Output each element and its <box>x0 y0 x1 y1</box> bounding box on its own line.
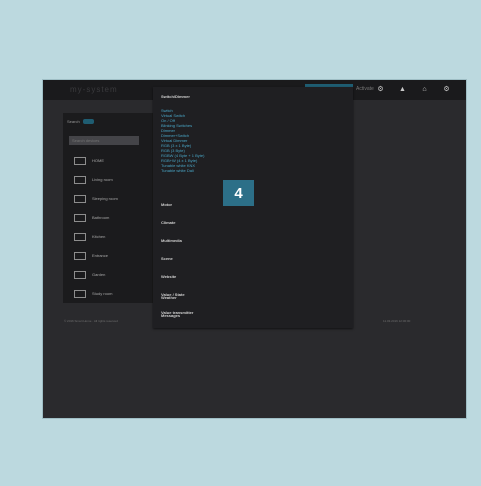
dropdown-header[interactable]: Switch/Dimmer <box>161 94 190 99</box>
sidebar-item-bathroom[interactable]: Bathroom <box>63 208 158 227</box>
step-number-badge: 4 <box>223 180 254 206</box>
dropdown-category-weather[interactable]: Weather <box>161 295 177 300</box>
dropdown-category-climate[interactable]: Climate <box>161 220 175 225</box>
footer-timestamp: 11.03.2016 12:00:00 <box>383 319 411 323</box>
dropdown-subitem[interactable]: Tunable white Dali <box>161 169 194 173</box>
settings-icon[interactable]: ⚙ <box>443 86 450 93</box>
sidebar-item-label: Sleeping room <box>92 196 118 201</box>
dropdown-category-multimedia[interactable]: Multimedia <box>161 238 182 243</box>
sidebar-item-label: Bathroom <box>92 215 110 220</box>
sidebar-item-sleeping-room[interactable]: Sleeping room <box>63 189 158 208</box>
dropdown-category-motor[interactable]: Motor <box>161 202 172 207</box>
sidebar-item-living-room[interactable]: Living room <box>63 170 158 189</box>
garden-icon <box>74 270 86 279</box>
sidebar-item-home[interactable]: HOME <box>63 151 158 170</box>
sidebar-item-label: Garden <box>92 272 106 277</box>
sidebar-item-label: Entrance <box>92 253 109 258</box>
sofa-icon <box>74 175 86 184</box>
activate-link[interactable]: Activate <box>356 86 374 92</box>
sidebar-item-label: Kitchen <box>92 234 106 239</box>
footer-copyright: © 2016 Smart Home · All rights reserved <box>64 319 118 323</box>
search-input[interactable] <box>69 136 139 145</box>
door-icon <box>74 251 86 260</box>
sidebar-item-label: Living room <box>92 177 113 182</box>
sidebar-item-kitchen[interactable]: Kitchen <box>63 227 158 246</box>
home-icon[interactable]: ⌂ <box>421 86 428 93</box>
desk-icon <box>74 289 86 298</box>
bell-icon[interactable]: ▲ <box>399 86 406 93</box>
sidebar-item-label: Study room <box>92 291 113 296</box>
bed-icon <box>74 194 86 203</box>
bath-icon <box>74 213 86 222</box>
sidebar-item-garden[interactable]: Garden <box>63 265 158 284</box>
sidebar-item-entrance[interactable]: Entrance <box>63 246 158 265</box>
device-type-dropdown: Switch/Dimmer Switch Virtual Switch On /… <box>153 87 353 328</box>
sidebar: Search HOME Living room Sleeping room Ba… <box>63 113 158 303</box>
dropdown-category-website[interactable]: Website <box>161 274 176 279</box>
search-label: Search <box>67 119 80 124</box>
dropdown-category-scene[interactable]: Scene <box>161 256 173 261</box>
sidebar-item-study-room[interactable]: Study room <box>63 284 158 303</box>
dropdown-category-messages[interactable]: Messages <box>161 313 180 318</box>
search-badge <box>82 119 94 124</box>
gear-icon[interactable]: ⚙ <box>377 86 384 93</box>
home-icon <box>74 156 86 165</box>
sidebar-search-header: Search <box>63 113 158 130</box>
sidebar-item-label: HOME <box>92 158 104 163</box>
kitchen-icon <box>74 232 86 241</box>
brand-logo: my-system <box>70 85 118 94</box>
